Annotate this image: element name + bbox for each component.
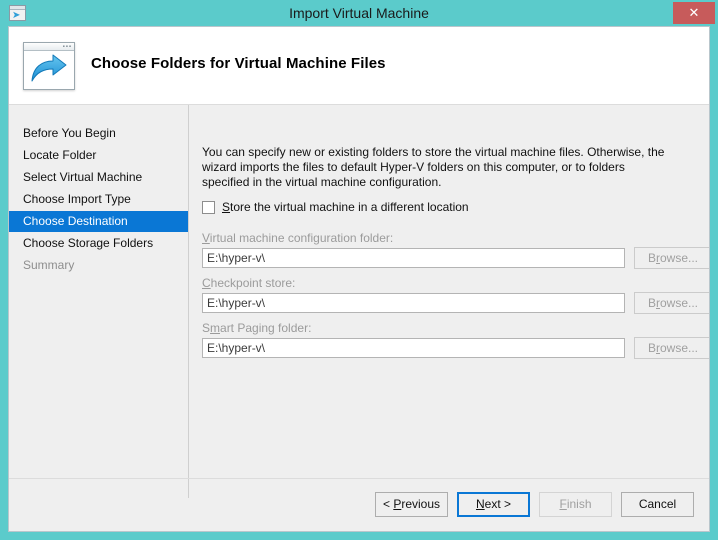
import-virtual-machine-window: ➤ Import Virtual Machine ✕ ▪▪▪ Choose Fo… <box>0 0 718 540</box>
checkpoint-store-accel: C <box>202 276 211 290</box>
wizard-content-pane: You can specify new or existing folders … <box>190 105 709 498</box>
previous-after: revious <box>401 497 441 511</box>
vm-config-folder-label-text: irtual machine configuration folder: <box>209 231 394 245</box>
checkpoint-store-label-text: heckpoint store: <box>210 276 296 290</box>
vm-config-folder-input[interactable] <box>202 248 625 268</box>
browse-1-after: owse... <box>660 296 699 310</box>
wizard-header: ▪▪▪ Choose Folders for Virtual Machine F… <box>9 27 709 105</box>
browse-2-before: B <box>647 341 656 355</box>
checkpoint-store-browse-button: Browse... <box>634 292 709 314</box>
smart-paging-folder-label-text: art Paging folder: <box>220 321 312 335</box>
vm-config-folder-label: Virtual machine configuration folder: <box>202 231 393 245</box>
previous-button[interactable]: < Previous <box>375 492 448 517</box>
sidebar-item-summary: Summary <box>23 258 75 272</box>
smart-paging-folder-label: Smart Paging folder: <box>202 321 311 335</box>
store-different-location-checkbox[interactable] <box>202 200 215 214</box>
store-different-location-text: tore the virtual machine in a different … <box>230 200 469 214</box>
browse-2-after: owse... <box>660 341 699 355</box>
smart-paging-folder-browse-button: Browse... <box>634 337 709 359</box>
cancel-button[interactable]: Cancel <box>621 492 694 517</box>
dialog-client-area: ▪▪▪ Choose Folders for Virtual Machine F… <box>8 26 710 532</box>
store-different-location-label: Store the virtual machine in a different… <box>222 200 469 214</box>
checkpoint-store-input[interactable] <box>202 293 625 313</box>
sidebar-item-select-virtual-machine[interactable]: Select Virtual Machine <box>9 167 188 188</box>
store-different-location-checkbox-row[interactable]: Store the virtual machine in a different… <box>202 199 469 215</box>
vm-config-folder-accel: V <box>202 231 210 245</box>
header-icon-arrow-glyph <box>31 54 67 82</box>
checkpoint-store-label: Checkpoint store: <box>202 276 295 290</box>
next-button[interactable]: Next > <box>457 492 530 517</box>
sidebar-item-before-you-begin[interactable]: Before You Begin <box>9 123 188 144</box>
header-icon-window-dots: ▪▪▪ <box>62 44 72 50</box>
wizard-body: Before You Begin Locate Folder Select Vi… <box>9 105 709 531</box>
finish-accel: F <box>559 497 567 511</box>
store-different-location-accel: S <box>222 200 231 214</box>
sidebar-item-choose-storage-folders[interactable]: Choose Storage Folders <box>9 233 188 254</box>
finish-after: inish <box>566 497 592 511</box>
close-button[interactable]: ✕ <box>673 2 715 24</box>
previous-before: < <box>382 497 394 511</box>
wizard-footer: < Previous Next > Finish Cancel <box>9 478 709 531</box>
next-accel: N <box>475 497 485 511</box>
vm-config-folder-browse-button: Browse... <box>634 247 709 269</box>
smart-paging-folder-accel: m <box>210 321 221 335</box>
smart-paging-folder-label-pre: S <box>202 321 211 335</box>
next-after: ext > <box>484 497 512 511</box>
intro-description: You can specify new or existing folders … <box>202 145 665 189</box>
header-icon-titlebar-strip: ▪▪▪ <box>24 43 74 51</box>
sidebar-item-choose-destination[interactable]: Choose Destination <box>9 211 188 232</box>
smart-paging-folder-input[interactable] <box>202 338 625 358</box>
wizard-steps-sidebar: Before You Begin Locate Folder Select Vi… <box>9 105 189 498</box>
titlebar[interactable]: ➤ Import Virtual Machine ✕ <box>0 0 718 26</box>
sidebar-item-choose-import-type[interactable]: Choose Import Type <box>9 189 188 210</box>
browse-0-after: owse... <box>660 251 699 265</box>
browse-1-before: B <box>647 296 656 310</box>
window-title: Import Virtual Machine <box>289 5 429 21</box>
sidebar-item-locate-folder[interactable]: Locate Folder <box>9 145 188 166</box>
wizard-header-icon: ▪▪▪ <box>23 42 75 90</box>
page-title: Choose Folders for Virtual Machine Files <box>91 55 386 72</box>
browse-0-before: B <box>647 251 656 265</box>
finish-button: Finish <box>539 492 612 517</box>
